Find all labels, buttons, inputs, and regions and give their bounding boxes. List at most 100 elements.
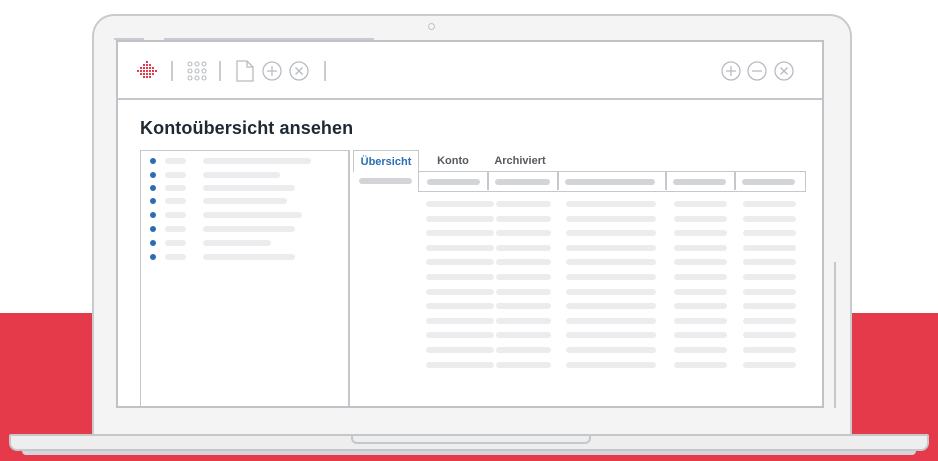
close-circle-icon[interactable] [289,61,309,81]
scrollbar[interactable] [834,262,836,408]
list-item-placeholder [165,158,186,164]
list-item[interactable] [141,184,341,194]
table-cell-placeholder [566,201,656,207]
list-item-placeholder [203,158,311,164]
table-cell-placeholder [674,201,727,207]
table-cell-placeholder [426,361,494,368]
table-cell-placeholder [674,361,727,368]
column-header-placeholder[interactable] [673,179,726,185]
bullet-icon [150,172,156,178]
table-cell-placeholder [743,274,796,280]
table-cell-placeholder [426,215,494,222]
list-item-placeholder [203,198,287,204]
list-item[interactable] [141,197,341,207]
bullet-icon [150,198,156,204]
document-icon[interactable] [236,60,254,82]
table-cell-placeholder [743,361,796,368]
laptop-base [9,434,929,451]
list-item-placeholder [203,226,295,232]
list-item-placeholder [165,212,186,218]
table-cell-placeholder [566,230,656,237]
table-cell-placeholder [674,259,727,266]
detail-panel: Übersicht Konto Archiviert [349,150,822,406]
plus-circle-icon[interactable] [262,61,282,81]
table-cell-placeholder [496,259,551,266]
grid-icon[interactable] [187,61,207,81]
list-item-placeholder [165,254,186,260]
list-item[interactable] [141,211,341,221]
table-cell-placeholder [566,303,656,310]
table-cell-placeholder [426,244,494,251]
table-cell-placeholder [743,201,796,207]
list-item-placeholder [165,240,186,246]
column-header-placeholder[interactable] [495,179,550,185]
table-cell-placeholder [674,317,727,324]
table-cell-placeholder [496,230,551,237]
table-cell-placeholder [426,332,494,339]
list-item-placeholder [165,185,186,191]
table-cell-placeholder [743,215,796,222]
list-item[interactable] [141,239,341,249]
minus-circle-icon[interactable] [747,61,767,81]
table-cell-placeholder [743,347,796,353]
table-cell-placeholder [496,288,551,295]
list-item[interactable] [141,171,341,181]
tab-archiviert[interactable]: Archiviert [486,150,554,172]
column-header-placeholder[interactable] [742,179,795,185]
list-item-placeholder [203,254,295,260]
plus-circle-icon[interactable] [721,61,741,81]
bullet-icon [150,226,156,232]
table-cell-placeholder [743,288,796,295]
table-cell-placeholder [743,303,796,310]
tab-konto[interactable]: Konto [425,150,481,172]
table-cell-placeholder [426,259,494,266]
table-cell-placeholder [566,274,656,280]
page-title: Kontoübersicht ansehen [140,118,354,138]
table-cell-placeholder [743,317,796,324]
toolbar [118,42,822,100]
laptop-base-shadow [22,451,916,455]
table-sidebar-header-placeholder [359,178,412,184]
table-cell-placeholder [674,288,727,295]
list-item-placeholder [165,172,186,178]
bullet-icon [150,240,156,246]
bullet-icon [150,212,156,218]
table-cell-placeholder [426,201,494,207]
list-item-placeholder [203,212,302,218]
table-cell-placeholder [743,259,796,266]
table-cell-placeholder [496,317,551,324]
table-header [418,171,806,192]
logo-icon [137,61,157,78]
table-cell-placeholder [496,303,551,310]
laptop-notch [351,436,591,444]
list-item[interactable] [141,253,341,263]
table-cell-placeholder [566,215,656,222]
list-item[interactable] [141,225,341,235]
toolbar-divider [324,61,326,81]
column-header-placeholder[interactable] [565,179,655,185]
column-header-placeholder[interactable] [427,179,480,185]
table-cell-placeholder [566,244,656,251]
table-cell-placeholder [426,230,494,237]
table-cell-placeholder [426,288,494,295]
close-circle-icon[interactable] [774,61,794,81]
list-item-placeholder [203,185,295,191]
table-cell-placeholder [743,332,796,339]
table-cell-placeholder [496,347,551,353]
tab-uebersicht[interactable]: Übersicht [353,150,419,172]
bullet-icon [150,185,156,191]
table-cell-placeholder [674,303,727,310]
table-cell-placeholder [566,361,656,368]
list-item[interactable] [141,157,341,167]
table-cell-placeholder [496,244,551,251]
table-cell-placeholder [496,361,551,368]
table-cell-placeholder [496,201,551,207]
table-cell-placeholder [496,215,551,222]
table-cell-placeholder [566,259,656,266]
table-cell-placeholder [674,274,727,280]
table-cell-placeholder [426,303,494,310]
table-cell-placeholder [566,347,656,353]
table-cell-placeholder [674,230,727,237]
table-cell-placeholder [566,288,656,295]
table-cell-placeholder [496,274,551,280]
